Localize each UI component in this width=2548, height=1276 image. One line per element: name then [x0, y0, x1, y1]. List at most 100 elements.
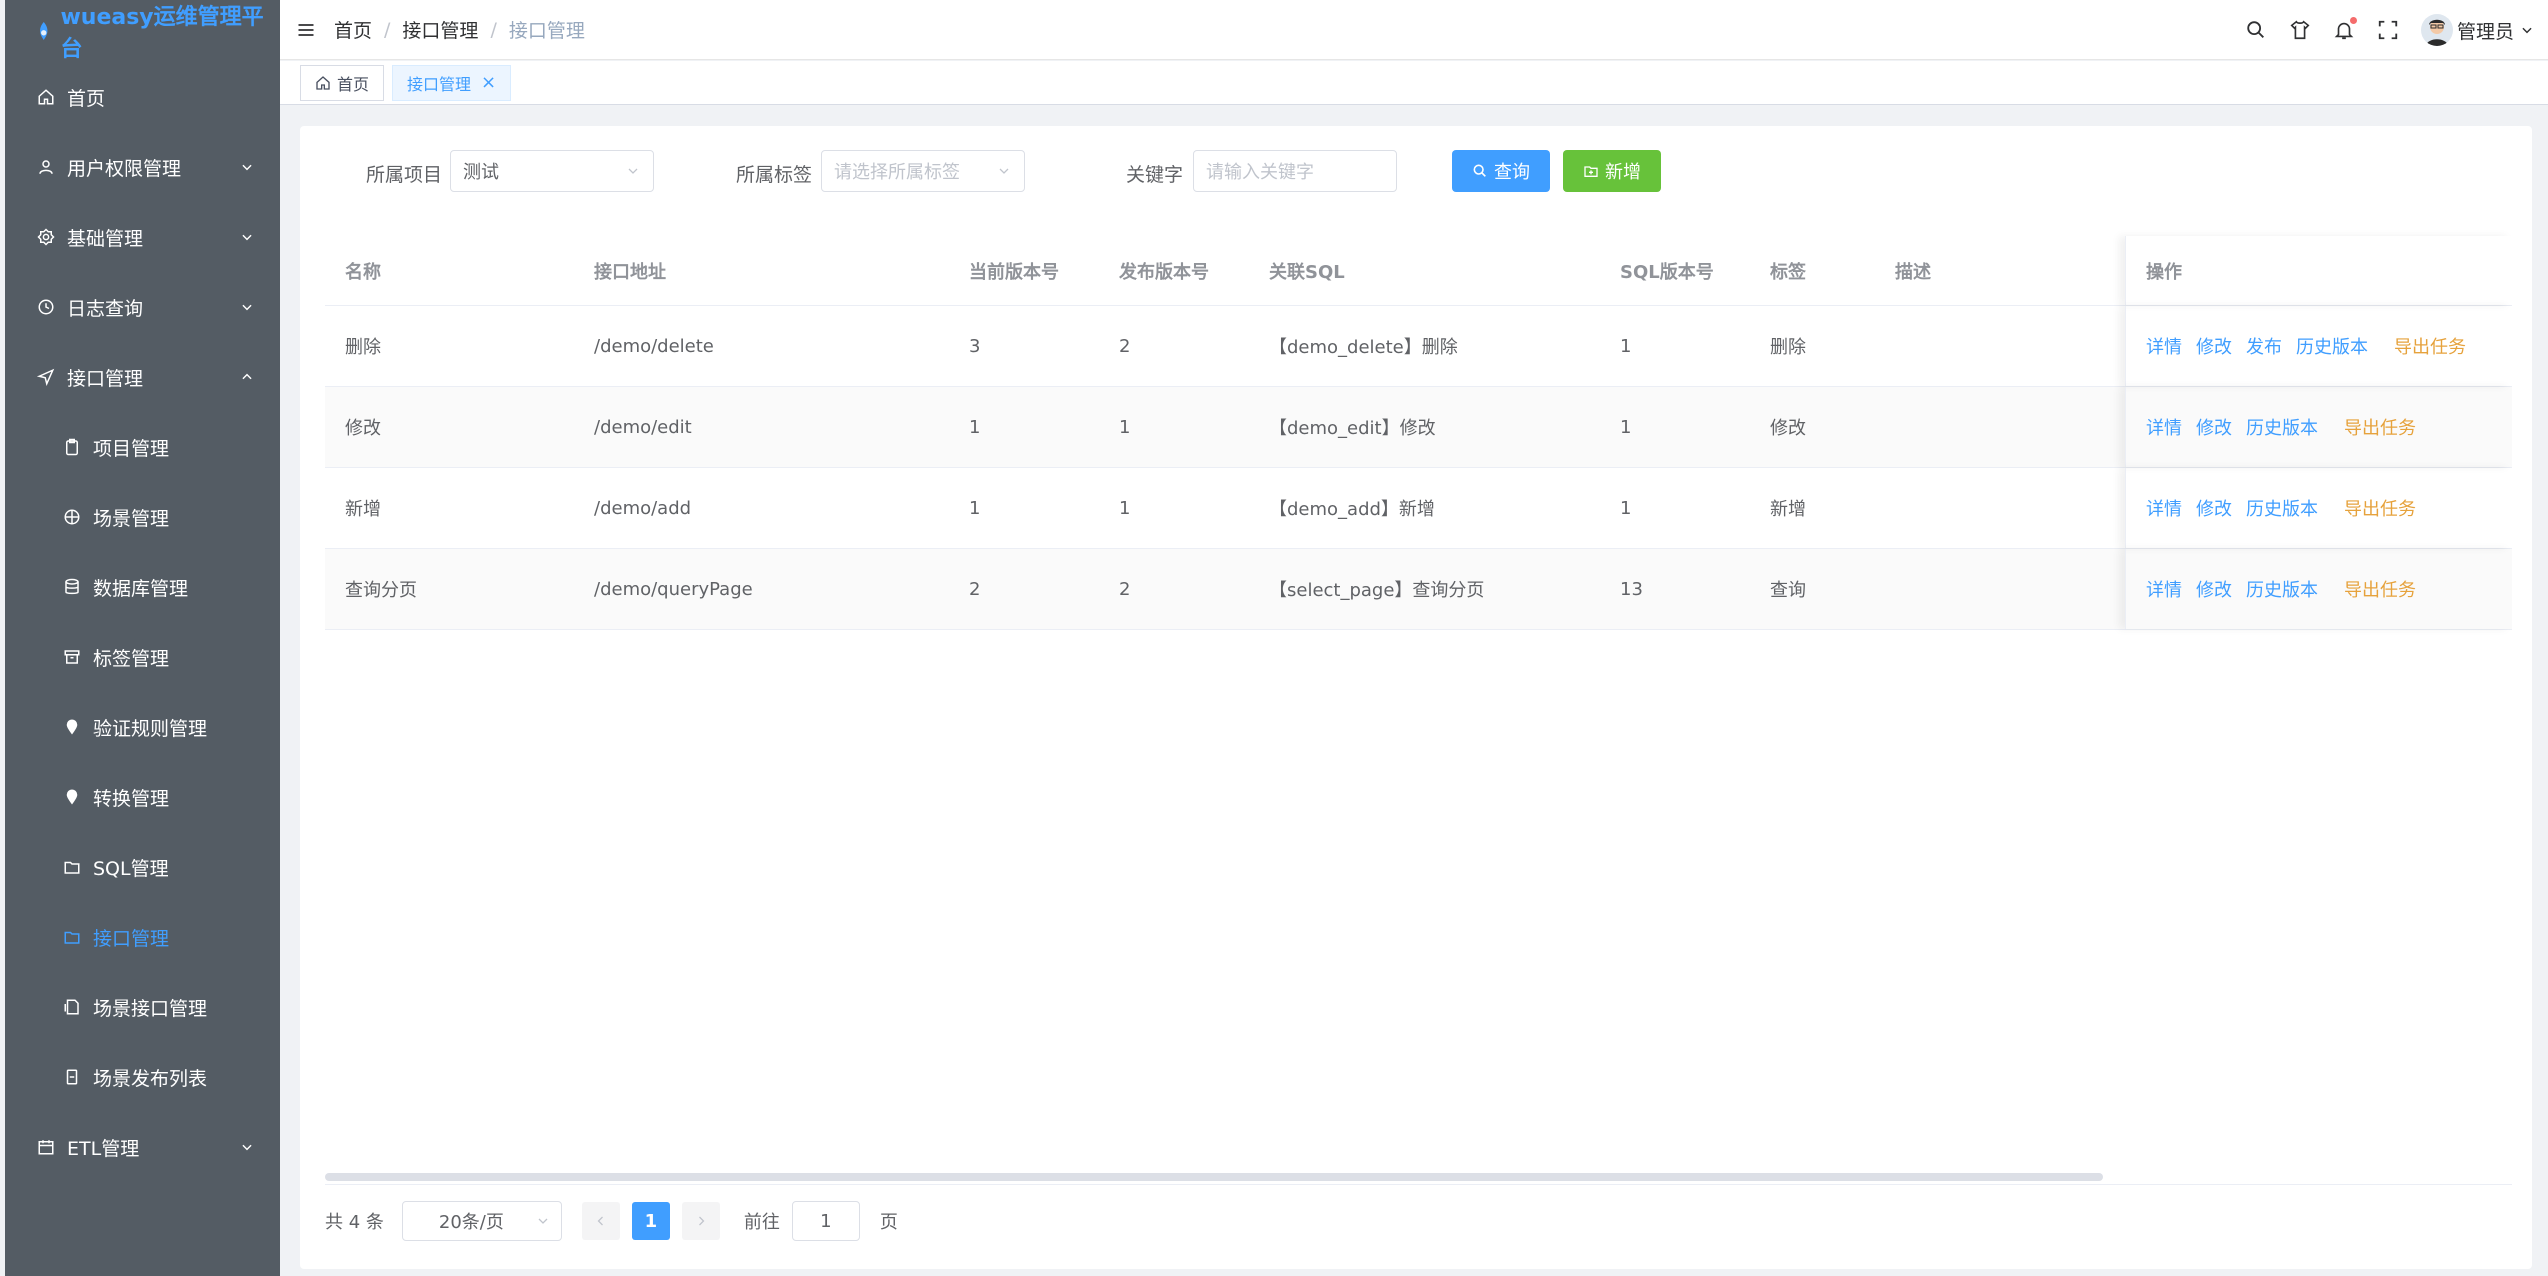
sidebar-subitem-label: 数据库管理	[93, 577, 189, 600]
pagination: 共 4 条 20条/页 1 前往 1 页	[325, 1201, 898, 1241]
edit-link[interactable]: 修改	[2196, 576, 2232, 602]
avatar[interactable]	[2420, 14, 2453, 46]
add-button[interactable]: 新增	[1563, 150, 1661, 192]
cell-desc	[1875, 387, 2125, 467]
tag-select[interactable]: 请选择所属标签	[821, 150, 1025, 192]
column-header-name: 名称	[345, 261, 381, 283]
goto-page-input[interactable]: 1	[791, 1201, 860, 1241]
sidebar-subitem-project[interactable]: 项目管理	[5, 412, 280, 482]
sidebar-item-label: 首页	[67, 87, 106, 110]
database-icon	[65, 578, 79, 595]
keyword-input[interactable]: 请输入关键字	[1193, 150, 1397, 192]
hamburger-icon[interactable]	[296, 20, 316, 40]
sidebar-subitem-convert[interactable]: 转换管理	[5, 762, 280, 832]
detail-link[interactable]: 详情	[2146, 576, 2182, 602]
sidebar-item-label: 基础管理	[67, 227, 144, 250]
prev-page-button[interactable]	[581, 1202, 620, 1240]
sidebar-subitem-tag[interactable]: 标签管理	[5, 622, 280, 692]
app-logo[interactable]: wueasy运维管理平台	[5, 0, 280, 62]
table-row: 查询分页 /demo/queryPage 2 2 【select_page】查询…	[325, 549, 2512, 630]
sidebar-subitem-scene[interactable]: 场景管理	[5, 482, 280, 552]
folder-icon	[64, 931, 80, 944]
breadcrumb-item: 接口管理	[508, 20, 585, 42]
user-icon	[39, 160, 53, 174]
project-select[interactable]: 测试	[450, 150, 654, 192]
breadcrumb-item[interactable]: 接口管理	[402, 16, 478, 43]
cell-sql: 【demo_add】新增	[1269, 499, 1435, 520]
detail-link[interactable]: 详情	[2146, 414, 2182, 440]
column-header-current-version: 当前版本号	[969, 261, 1059, 283]
keyword-placeholder: 请输入关键字	[1206, 162, 1314, 183]
pin-icon	[66, 719, 78, 735]
notification-bell[interactable]	[2333, 17, 2357, 41]
sidebar-item-etl[interactable]: ETL管理	[5, 1112, 280, 1182]
column-header-sql-version: SQL版本号	[1620, 261, 1714, 283]
user-name[interactable]: 管理员	[2457, 17, 2514, 44]
goto-label: 前往	[743, 1212, 780, 1233]
edit-link[interactable]: 修改	[2196, 333, 2232, 359]
cell-current-version: 1	[969, 497, 981, 519]
keyword-label: 关键字	[1126, 164, 1184, 186]
sidebar-item-interface[interactable]: 接口管理	[5, 342, 280, 412]
sidebar-subitem-database[interactable]: 数据库管理	[5, 552, 280, 622]
chevron-down-icon	[242, 234, 252, 241]
table-header: 名称 接口地址 当前版本号 发布版本号 关联SQL SQL版本号 标签 描述 操…	[325, 236, 2512, 306]
folder-add-icon	[1584, 166, 1598, 177]
search-button[interactable]: 查询	[1452, 150, 1550, 192]
detail-link[interactable]: 详情	[2146, 495, 2182, 521]
history-link[interactable]: 历史版本	[2296, 333, 2368, 359]
history-link[interactable]: 历史版本	[2246, 495, 2318, 521]
cell-path: /demo/delete	[594, 335, 714, 357]
theme-shirt-icon[interactable]	[2289, 19, 2311, 41]
header-actions: 管理员	[2223, 0, 2534, 60]
publish-link[interactable]: 发布	[2246, 333, 2282, 359]
sidebar-subitem-interface[interactable]: 接口管理	[5, 902, 280, 972]
chevron-down-icon[interactable]	[2520, 23, 2534, 37]
close-icon[interactable]: ×	[481, 72, 496, 93]
export-link[interactable]: 导出任务	[2344, 576, 2416, 602]
cell-current-version: 2	[969, 578, 981, 600]
cell-sql-version: 13	[1620, 578, 1643, 600]
sidebar-subitem-scene-publish[interactable]: 场景发布列表	[5, 1042, 280, 1112]
edit-link[interactable]: 修改	[2196, 414, 2232, 440]
tag-interface-management[interactable]: 接口管理 ×	[392, 64, 512, 101]
tag-home[interactable]: 首页	[300, 64, 385, 101]
fullscreen-icon[interactable]	[2377, 19, 2399, 41]
export-link[interactable]: 导出任务	[2344, 495, 2416, 521]
search-icon[interactable]	[2245, 19, 2267, 41]
cell-path: /demo/add	[594, 497, 692, 519]
gear-icon	[37, 228, 55, 246]
horizontal-scrollbar[interactable]	[325, 1173, 2103, 1181]
project-label: 所属项目	[366, 164, 443, 186]
home-icon	[316, 75, 330, 90]
edit-link[interactable]: 修改	[2196, 495, 2232, 521]
export-link[interactable]: 导出任务	[2394, 333, 2466, 359]
sidebar: wueasy运维管理平台 首页 用户权限管理 基础管理 日志查询 接口管理 项目…	[5, 0, 280, 1276]
cell-tag: 修改	[1770, 418, 1806, 439]
sidebar-subitem-label: 场景接口管理	[93, 997, 208, 1020]
sidebar-subitem-validation[interactable]: 验证规则管理	[5, 692, 280, 762]
chevron-down-icon	[538, 1218, 548, 1224]
notification-dot	[2349, 17, 2357, 24]
sidebar-subitem-sql[interactable]: SQL管理	[5, 832, 280, 902]
sidebar-subitem-scene-interface[interactable]: 场景接口管理	[5, 972, 280, 1042]
history-link[interactable]: 历史版本	[2246, 576, 2318, 602]
search-icon	[1473, 164, 1486, 177]
cell-sql: 【demo_edit】修改	[1269, 418, 1436, 439]
export-link[interactable]: 导出任务	[2344, 414, 2416, 440]
chevron-left-icon	[597, 1216, 603, 1226]
cell-sql-version: 1	[1620, 335, 1632, 357]
cell-name: 删除	[345, 337, 381, 358]
page-number-current[interactable]: 1	[631, 1202, 670, 1240]
page-size-select[interactable]: 20条/页	[401, 1201, 562, 1241]
sidebar-item-log[interactable]: 日志查询	[5, 272, 280, 342]
history-link[interactable]: 历史版本	[2246, 414, 2318, 440]
sidebar-item-user-permission[interactable]: 用户权限管理	[5, 132, 280, 202]
detail-link[interactable]: 详情	[2146, 333, 2182, 359]
folder-icon	[64, 861, 80, 874]
breadcrumb-item[interactable]: 首页	[334, 16, 372, 43]
sidebar-item-basic[interactable]: 基础管理	[5, 202, 280, 272]
cell-ops: 详情 修改 历史版本 导出任务	[2125, 468, 2512, 548]
next-page-button[interactable]	[681, 1202, 720, 1240]
sidebar-item-home[interactable]: 首页	[5, 62, 280, 132]
